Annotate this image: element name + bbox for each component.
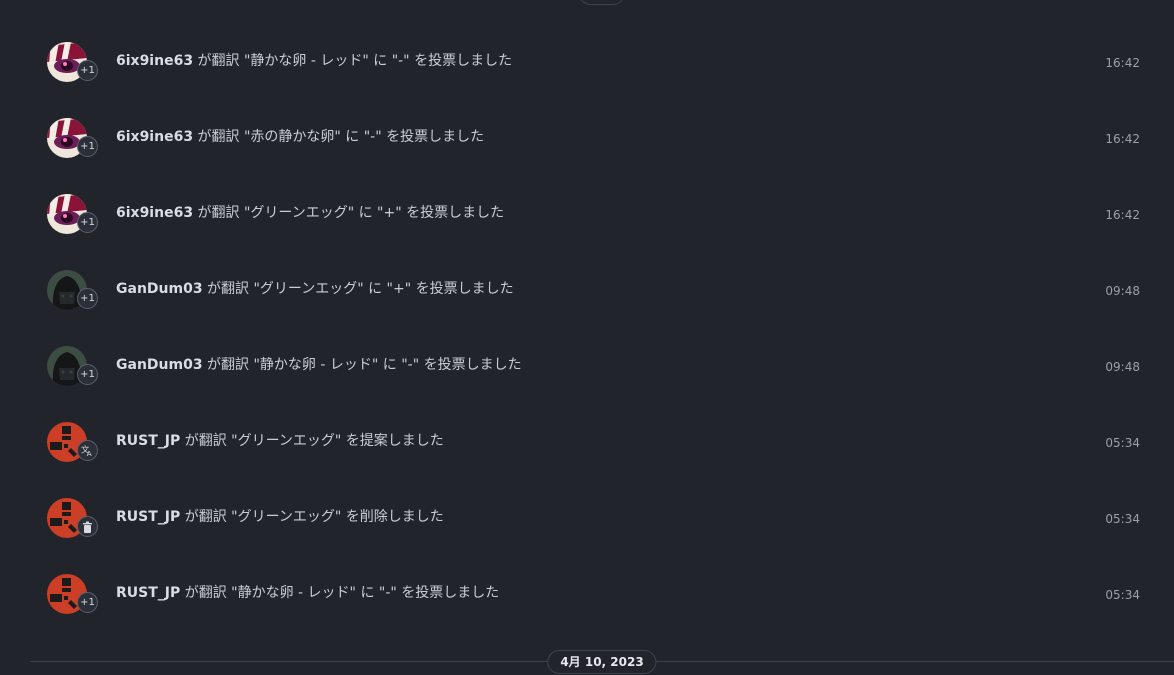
date-label-bottom: 4月 10, 2023: [547, 650, 657, 674]
activity-row-2: +1 6ix9ine63 が翻訳 "赤の静かな卵" に "-" を投票しました …: [0, 100, 1174, 176]
activity-row-8: +1 RUST_JP が翻訳 "静かな卵 - レッド" に "-" を投票しまし…: [0, 556, 1174, 632]
activity-text: 6ix9ine63 が翻訳 "赤の静かな卵" に "-" を投票しました: [116, 128, 484, 146]
translate-icon: 文A: [81, 444, 92, 457]
activity-text: GanDum03 が翻訳 "グリーンエッグ" に "+" を投票しました: [116, 280, 514, 298]
activity-time: 05:34: [1105, 436, 1140, 450]
plus-one-badge: +1: [77, 364, 98, 385]
username-link[interactable]: RUST_JP: [116, 509, 180, 525]
username-link[interactable]: 6ix9ine63: [116, 205, 193, 221]
activity-action: が翻訳 "静かな卵 - レッド" に "-" を投票しました: [180, 585, 500, 601]
activity-time: 16:42: [1105, 208, 1140, 222]
activity-time: 05:34: [1105, 588, 1140, 602]
username-link[interactable]: GanDum03: [116, 281, 203, 297]
activity-text: RUST_JP が翻訳 "グリーンエッグ" を削除しました: [116, 508, 444, 526]
activity-action: が翻訳 "グリーンエッグ" を提案しました: [180, 433, 444, 449]
activity-action: が翻訳 "グリーンエッグ" に "+" を投票しました: [202, 281, 514, 297]
activity-text: GanDum03 が翻訳 "静かな卵 - レッド" に "-" を投票しました: [116, 356, 522, 374]
username-link[interactable]: 6ix9ine63: [116, 53, 193, 69]
activity-time: 09:48: [1105, 360, 1140, 374]
activity-time: 16:42: [1105, 132, 1140, 146]
username-link[interactable]: RUST_JP: [116, 585, 180, 601]
activity-text: 6ix9ine63 が翻訳 "静かな卵 - レッド" に "-" を投票しました: [116, 52, 512, 70]
activity-action: が翻訳 "グリーンエッグ" を削除しました: [180, 509, 444, 525]
plus-one-badge: +1: [77, 288, 98, 309]
activity-time: 16:42: [1105, 56, 1140, 70]
activity-text: RUST_JP が翻訳 "静かな卵 - レッド" に "-" を投票しました: [116, 584, 499, 602]
plus-one-badge: +1: [77, 136, 98, 157]
activity-text: RUST_JP が翻訳 "グリーンエッグ" を提案しました: [116, 432, 444, 450]
activity-time: 05:34: [1105, 512, 1140, 526]
plus-one-badge: +1: [77, 60, 98, 81]
activity-row-6: 文A RUST_JP が翻訳 "グリーンエッグ" を提案しました 05:34: [0, 404, 1174, 480]
activity-feed: +1 6ix9ine63 が翻訳 "静かな卵 - レッド" に "-" を投票し…: [0, 24, 1174, 632]
date-label-top: 7日: [578, 0, 626, 5]
trash-icon: [83, 521, 92, 533]
activity-action: が翻訳 "赤の静かな卵" に "-" を投票しました: [193, 129, 485, 145]
username-link[interactable]: GanDum03: [116, 357, 203, 373]
activity-action: が翻訳 "静かな卵 - レッド" に "-" を投票しました: [202, 357, 522, 373]
trash-badge: [77, 516, 98, 537]
svg-text:A: A: [87, 449, 92, 457]
activity-time: 09:48: [1105, 284, 1140, 298]
activity-action: が翻訳 "グリーンエッグ" に "+" を投票しました: [193, 205, 505, 221]
activity-action: が翻訳 "静かな卵 - レッド" に "-" を投票しました: [193, 53, 513, 69]
activity-row-3: +1 6ix9ine63 が翻訳 "グリーンエッグ" に "+" を投票しました…: [0, 176, 1174, 252]
activity-row-5: +1 GanDum03 が翻訳 "静かな卵 - レッド" に "-" を投票しま…: [0, 328, 1174, 404]
activity-text: 6ix9ine63 が翻訳 "グリーンエッグ" に "+" を投票しました: [116, 204, 504, 222]
username-link[interactable]: 6ix9ine63: [116, 129, 193, 145]
activity-row-4: +1 GanDum03 が翻訳 "グリーンエッグ" に "+" を投票しました …: [0, 252, 1174, 328]
plus-one-badge: +1: [77, 592, 98, 613]
activity-row-7: RUST_JP が翻訳 "グリーンエッグ" を削除しました 05:34: [0, 480, 1174, 556]
date-divider-bottom: 4月 10, 2023: [30, 650, 1174, 674]
username-link[interactable]: RUST_JP: [116, 433, 180, 449]
activity-row-1: +1 6ix9ine63 が翻訳 "静かな卵 - レッド" に "-" を投票し…: [0, 24, 1174, 100]
plus-one-badge: +1: [77, 212, 98, 233]
translate-badge: 文A: [77, 440, 98, 461]
